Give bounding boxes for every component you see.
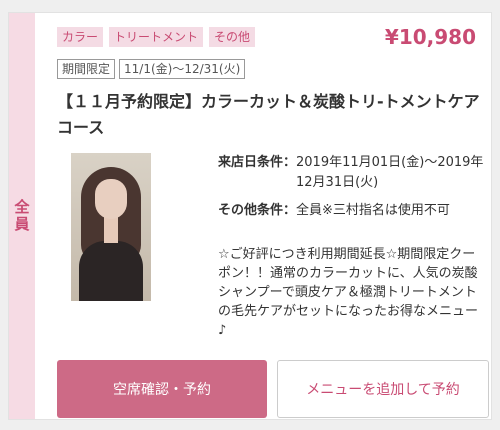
tag-other: その他 xyxy=(209,27,256,47)
coupon-title: 【１１月予約限定】カラーカット＆炭酸トリ-トメントケアコース xyxy=(57,92,480,137)
add-menu-button[interactable]: メニューを追加して予約 xyxy=(277,360,489,418)
coupon-card: 全員 カラー トリートメント その他 ¥10,980 期間限定 11/1(金)〜… xyxy=(8,12,492,420)
period-dates: 11/1(金)〜12/31(火) xyxy=(119,59,246,79)
period-info: 期間限定 11/1(金)〜12/31(火) xyxy=(57,59,246,79)
price: ¥10,980 xyxy=(384,25,476,49)
tag-treatment: トリートメント xyxy=(109,27,204,47)
tag-color: カラー xyxy=(57,27,104,47)
category-tags: カラー トリートメント その他 xyxy=(57,27,256,47)
reserve-button[interactable]: 空席確認・予約 xyxy=(57,360,267,418)
other-condition-value: 全員※三村指名は使用不可 xyxy=(296,203,450,218)
other-condition-label: その他条件： xyxy=(218,203,297,218)
stylist-photo xyxy=(71,153,151,301)
other-condition: その他条件：全員※三村指名は使用不可 xyxy=(218,201,488,221)
coupon-description: ☆ご好評につき利用期間延長☆期間限定クーポン！！通常のカラーカットに、人気の炭酸… xyxy=(218,247,479,338)
target-badge: 全員 xyxy=(9,13,35,419)
visit-condition: 来店日条件： 2019年11月01日(金)〜2019年12月31日(火) xyxy=(218,153,488,193)
target-badge-label: 全員 xyxy=(12,199,31,233)
visit-condition-value: 2019年11月01日(金)〜2019年12月31日(火) xyxy=(296,155,484,190)
period-label: 期間限定 xyxy=(57,59,116,79)
visit-condition-label: 来店日条件： xyxy=(218,155,297,170)
